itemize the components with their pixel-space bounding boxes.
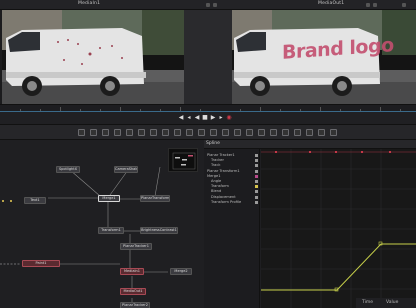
node-spotlightx[interactable]: SpotlightX (56, 166, 80, 173)
viewer-option-icon[interactable] (366, 3, 370, 7)
spline-color-swatch (255, 185, 258, 189)
spline-color-swatch (255, 180, 258, 183)
viewer-option-icon[interactable] (402, 3, 406, 7)
time-label: Time (362, 300, 374, 305)
spline-status-bar: Time Value (356, 298, 416, 308)
node-merge2[interactable]: Merge2 (170, 268, 192, 275)
light-tool-icon[interactable] (222, 129, 229, 136)
spline-color-swatch (255, 190, 258, 194)
spline-item[interactable]: Track (211, 163, 220, 167)
tracker-tool-icon[interactable] (174, 129, 181, 136)
timeline-ruler[interactable] (0, 104, 416, 112)
spline-color-swatch (255, 200, 258, 204)
step-forward-icon[interactable]: ▸ (218, 115, 224, 121)
3d-tool-icon[interactable] (198, 129, 205, 136)
bspline-tool-icon[interactable] (270, 129, 277, 136)
render-tool-icon[interactable] (234, 129, 241, 136)
text-tool-icon[interactable] (102, 129, 109, 136)
paint-tool-icon[interactable] (90, 129, 97, 136)
node-camerashake[interactable]: CameraShake (114, 166, 138, 173)
spline-item[interactable]: Merge1 (207, 174, 221, 178)
loop-icon[interactable]: ◉ (226, 115, 232, 121)
merge-tool-icon[interactable] (114, 129, 121, 136)
spline-color-swatch (255, 195, 258, 199)
spline-item[interactable]: Transform Profile (211, 200, 241, 204)
spline-curve-canvas (261, 149, 416, 308)
spline-color-swatch (255, 174, 258, 178)
navigator-preview (172, 152, 196, 170)
blur-tool-icon[interactable] (150, 129, 157, 136)
play-reverse-icon[interactable]: ◀ (194, 115, 200, 121)
node-text1[interactable]: Text1 (24, 197, 46, 204)
right-viewer[interactable]: Brand logo (232, 10, 416, 104)
spline-item[interactable]: Angle (211, 179, 221, 183)
shape-tool-icon[interactable] (246, 129, 253, 136)
planar-tool-icon[interactable] (306, 129, 313, 136)
left-viewer-title: MediaIn1 (78, 1, 101, 6)
spline-item[interactable]: Transform (211, 184, 229, 188)
spline-item[interactable]: Tracker (211, 158, 224, 162)
spline-item[interactable]: Planar Tracker1 (207, 153, 235, 157)
viewer-title-bar: MediaIn1 MediaOut1 (0, 0, 416, 10)
node-paint1[interactable]: Paint1 (22, 260, 60, 267)
right-viewer-title: MediaOut1 (318, 1, 345, 6)
go-to-start-icon[interactable]: ◀ (178, 115, 184, 121)
node-brightnesscontrast1[interactable]: BrightnessContrast1 (140, 227, 178, 234)
node-planartransform1[interactable]: PlanarTransform1 (140, 195, 170, 202)
spline-parameter-list: Planar Tracker1 Tracker Track Planar Transf… (204, 149, 260, 308)
stop-icon[interactable]: ■ (202, 115, 208, 121)
play-icon[interactable]: ▶ (210, 115, 216, 121)
viewer-option-icon[interactable] (206, 3, 210, 7)
transform-tool-icon[interactable] (126, 129, 133, 136)
viewer-option-icon[interactable] (373, 3, 377, 7)
ellipse-tool-icon[interactable] (294, 129, 301, 136)
spline-panel-header: Spline (204, 140, 416, 149)
fusion-app: MediaIn1 MediaOut1 Brand logo ◀ ◂ ◀ ■ ▶ … (0, 0, 416, 308)
value-label: Value (386, 300, 399, 305)
spline-graph[interactable] (261, 149, 416, 308)
spline-item[interactable]: Planar Transform1 (207, 169, 240, 173)
polygon-tool-icon[interactable] (258, 129, 265, 136)
node-planartracker1[interactable]: PlanarTracker1 (120, 243, 152, 250)
mask-tool-icon[interactable] (138, 129, 145, 136)
spline-item[interactable]: Displacement (211, 195, 236, 199)
node-transform1[interactable]: Transform1 (98, 227, 124, 234)
tool-bar (0, 124, 416, 140)
color-tool-icon[interactable] (162, 129, 169, 136)
viewer-divider (184, 10, 232, 104)
van-scene-image (2, 10, 184, 104)
spline-color-swatch (255, 154, 258, 157)
node-mediain1[interactable]: MediaIn1 (120, 268, 144, 275)
keyer-tool-icon[interactable] (318, 129, 325, 136)
camera-tool-icon[interactable] (210, 129, 217, 136)
rectangle-tool-icon[interactable] (282, 129, 289, 136)
node-navigator[interactable] (168, 148, 198, 172)
left-viewer[interactable] (2, 10, 184, 104)
node-mediaout1[interactable]: MediaOut1 (120, 288, 146, 295)
spline-color-swatch (255, 159, 258, 163)
spline-color-swatch (255, 169, 258, 173)
spline-item[interactable]: Blend (211, 189, 221, 193)
viewer-option-icon[interactable] (213, 3, 217, 7)
spline-panel-title: Spline (206, 141, 220, 146)
spline-color-swatch (255, 164, 258, 168)
node-merge1[interactable]: Merge1 (98, 195, 120, 202)
step-back-icon[interactable]: ◂ (186, 115, 192, 121)
transport-controls: ◀ ◂ ◀ ■ ▶ ▸ ◉ (0, 112, 416, 124)
particle-tool-icon[interactable] (186, 129, 193, 136)
fog-tool-icon[interactable] (330, 129, 337, 136)
background-tool-icon[interactable] (78, 129, 85, 136)
node-planartracker2[interactable]: PlanarTracker2 (120, 302, 150, 308)
